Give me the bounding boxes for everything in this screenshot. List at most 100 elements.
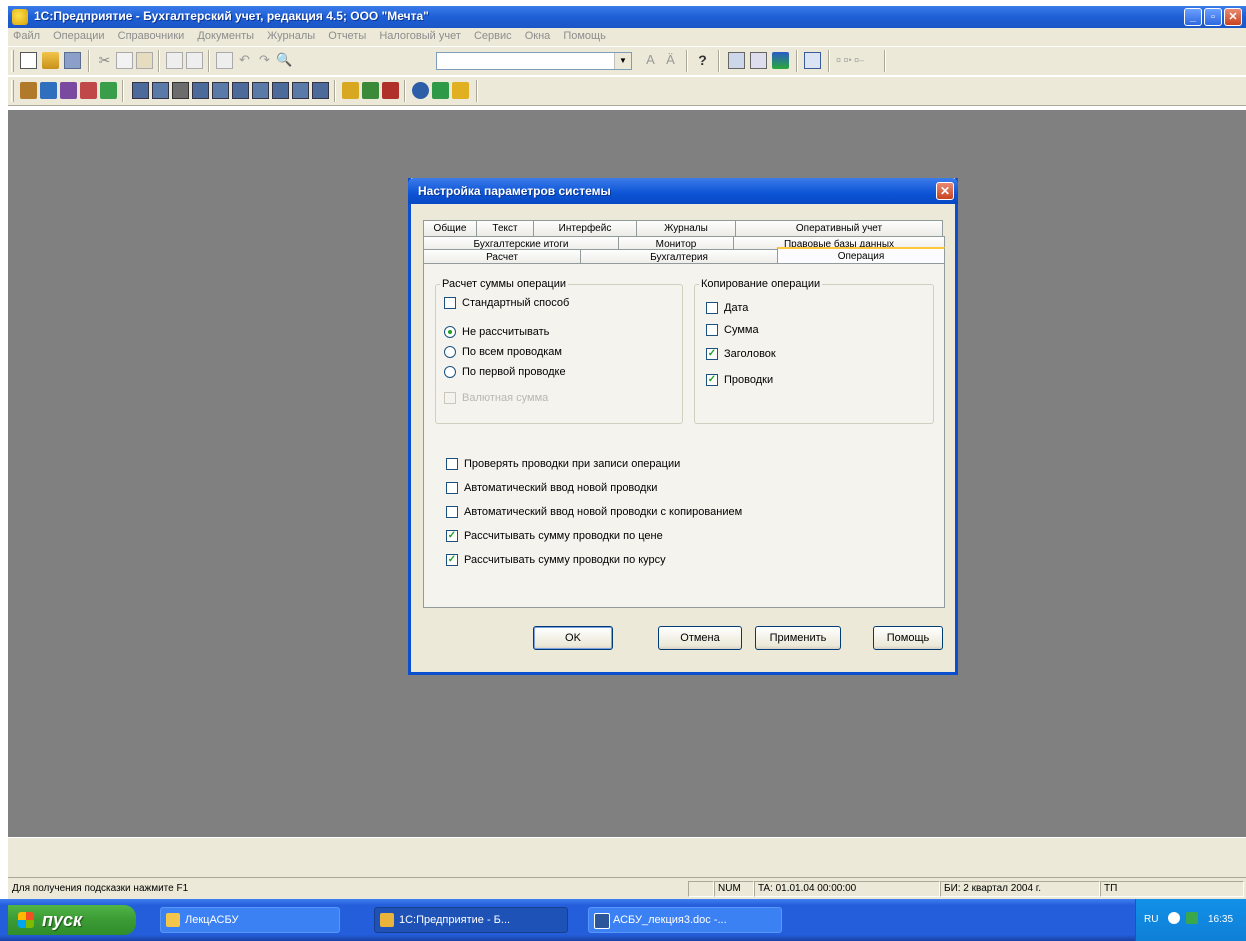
copy-entries-label: Проводки	[724, 374, 774, 386]
help-question-icon[interactable]: ?	[694, 52, 711, 69]
report-subconto-icon[interactable]	[252, 82, 269, 99]
open-folder-icon[interactable]	[42, 52, 59, 69]
dialog-close-button[interactable]: ✕	[936, 182, 954, 200]
manual-entry-icon[interactable]	[100, 82, 117, 99]
menu-references[interactable]: Справочники	[113, 28, 190, 42]
apply-button[interactable]: Применить	[755, 626, 841, 650]
check-entries-on-save-checkbox[interactable]: Проверять проводки при записи операции	[446, 458, 680, 470]
documents-journal-icon[interactable]	[80, 82, 97, 99]
cancel-button[interactable]: Отмена	[658, 626, 742, 650]
help-button[interactable]: Помощь	[873, 626, 943, 650]
tab-operational-accounting[interactable]: Оперативный учет	[735, 220, 943, 236]
menu-file[interactable]: Файл	[8, 28, 45, 42]
copy-sum-checkbox[interactable]: Сумма	[706, 324, 759, 336]
status-ta: TA: 01.01.04 00:00:00	[754, 881, 940, 897]
flag-icon[interactable]	[772, 52, 789, 69]
security-icon[interactable]	[1186, 912, 1198, 924]
entries-journal-icon[interactable]	[60, 82, 77, 99]
close-window-button[interactable]: ✕	[1224, 8, 1242, 26]
report-summary-icon[interactable]	[292, 82, 309, 99]
task-folder-lecture[interactable]: ЛекцАСБУ	[160, 907, 340, 933]
auto-new-entry-copy-checkbox[interactable]: Автоматический ввод новой проводки с коп…	[446, 506, 742, 518]
operations-journal-icon[interactable]	[40, 82, 57, 99]
toolbar-grip[interactable]	[11, 50, 14, 72]
book-icon[interactable]	[804, 52, 821, 69]
toolbar-grip[interactable]	[11, 80, 14, 102]
checkbox-box	[446, 482, 458, 494]
standard-method-checkbox[interactable]: Стандартный способ	[444, 297, 569, 309]
copy-date-checkbox[interactable]: Дата	[706, 302, 748, 314]
report-journal-order-icon[interactable]	[272, 82, 289, 99]
start-button[interactable]: пуск	[8, 905, 136, 935]
report-account-icon[interactable]	[152, 82, 169, 99]
report-balance-icon[interactable]	[132, 82, 149, 99]
tab-panel-operation: Расчет суммы операции Стандартный способ…	[423, 263, 945, 608]
menu-reports[interactable]: Отчеты	[323, 28, 371, 42]
copy-date-label: Дата	[724, 302, 749, 314]
save-icon[interactable]	[64, 52, 81, 69]
window-titlebar[interactable]: 1С:Предприятие - Бухгалтерский учет, ред…	[8, 6, 1246, 28]
report-chart-icon[interactable]	[312, 82, 329, 99]
calendar-icon[interactable]	[750, 52, 767, 69]
task-1c-enterprise[interactable]: 1С:Предприятие - Б...	[374, 907, 568, 933]
auto-new-entry-checkbox[interactable]: Автоматический ввод новой проводки	[446, 482, 657, 494]
tab-interface[interactable]: Интерфейс	[533, 220, 637, 236]
calculator-icon[interactable]	[728, 52, 745, 69]
maximize-button[interactable]: ▫	[1204, 8, 1222, 26]
minimize-button[interactable]: _	[1184, 8, 1202, 26]
dialog-titlebar[interactable]: Настройка параметров системы ✕	[408, 178, 958, 204]
tab-general[interactable]: Общие	[423, 220, 477, 236]
chevron-down-icon[interactable]: ▼	[614, 53, 631, 69]
replace-icon[interactable]: Ä	[662, 52, 679, 69]
tab-journals[interactable]: Журналы	[636, 220, 736, 236]
radio-all-entries[interactable]: По всем проводкам	[444, 346, 562, 358]
status-hint: Для получения подсказки нажмите F1	[12, 883, 189, 894]
cut-icon[interactable]: ✂	[96, 52, 113, 69]
menu-documents[interactable]: Документы	[192, 28, 259, 42]
legal-base-icon[interactable]	[432, 82, 449, 99]
copy-operation-legend: Копирование операции	[701, 278, 821, 290]
print-preview-icon[interactable]	[186, 52, 203, 69]
menu-operations[interactable]: Операции	[48, 28, 109, 42]
print-icon[interactable]	[166, 52, 183, 69]
text-format-icon[interactable]: ¤ ¤• ¤–	[836, 52, 876, 69]
find-icon[interactable]: 🔍	[276, 52, 293, 69]
menu-windows[interactable]: Окна	[520, 28, 556, 42]
copy-header-checkbox[interactable]: ✓ Заголовок	[706, 348, 776, 360]
radio-no-calc[interactable]: Не рассчитывать	[444, 326, 549, 338]
copy-icon[interactable]	[116, 52, 133, 69]
search-icon[interactable]: A	[642, 52, 659, 69]
report-card-icon[interactable]	[192, 82, 209, 99]
menu-tax[interactable]: Налоговый учет	[374, 28, 466, 42]
status-bar: Для получения подсказки нажмите F1 NUM T…	[8, 877, 1246, 900]
monitor-icon[interactable]	[362, 82, 379, 99]
copy-entries-checkbox[interactable]: ✓ Проводки	[706, 374, 773, 386]
new-document-icon[interactable]	[20, 52, 37, 69]
report-analysis-icon[interactable]	[212, 82, 229, 99]
radio-first-entry[interactable]: По первой проводке	[444, 366, 566, 378]
menu-journals[interactable]: Журналы	[262, 28, 320, 42]
chart-of-accounts-icon[interactable]	[20, 82, 37, 99]
windows-logo-icon	[18, 912, 34, 928]
calc-by-rate-checkbox[interactable]: ✓ Рассчитывать сумму проводки по курсу	[446, 554, 666, 566]
book-help-icon[interactable]	[452, 82, 469, 99]
menu-help[interactable]: Помощь	[558, 28, 611, 42]
paste-icon[interactable]	[136, 52, 153, 69]
undo-icon[interactable]: ↶	[236, 52, 253, 69]
network-icon[interactable]	[1168, 912, 1180, 924]
menu-service[interactable]: Сервис	[469, 28, 517, 42]
redo-icon[interactable]: ↷	[256, 52, 273, 69]
service-icon[interactable]	[342, 82, 359, 99]
search-combo[interactable]: ▼	[436, 52, 632, 70]
check-icon: ✓	[446, 530, 458, 542]
report-chess-icon[interactable]	[172, 82, 189, 99]
task-word-document[interactable]: АСБУ_лекция3.doc -...	[588, 907, 782, 933]
tab-text[interactable]: Текст	[476, 220, 534, 236]
ok-button[interactable]: OK	[533, 626, 613, 650]
internet-icon[interactable]	[412, 82, 429, 99]
exchange-icon[interactable]	[382, 82, 399, 99]
page-icon[interactable]	[216, 52, 233, 69]
tray-lang[interactable]: RU	[1144, 914, 1158, 925]
report-turnover-icon[interactable]	[232, 82, 249, 99]
calc-by-price-checkbox[interactable]: ✓ Рассчитывать сумму проводки по цене	[446, 530, 663, 542]
